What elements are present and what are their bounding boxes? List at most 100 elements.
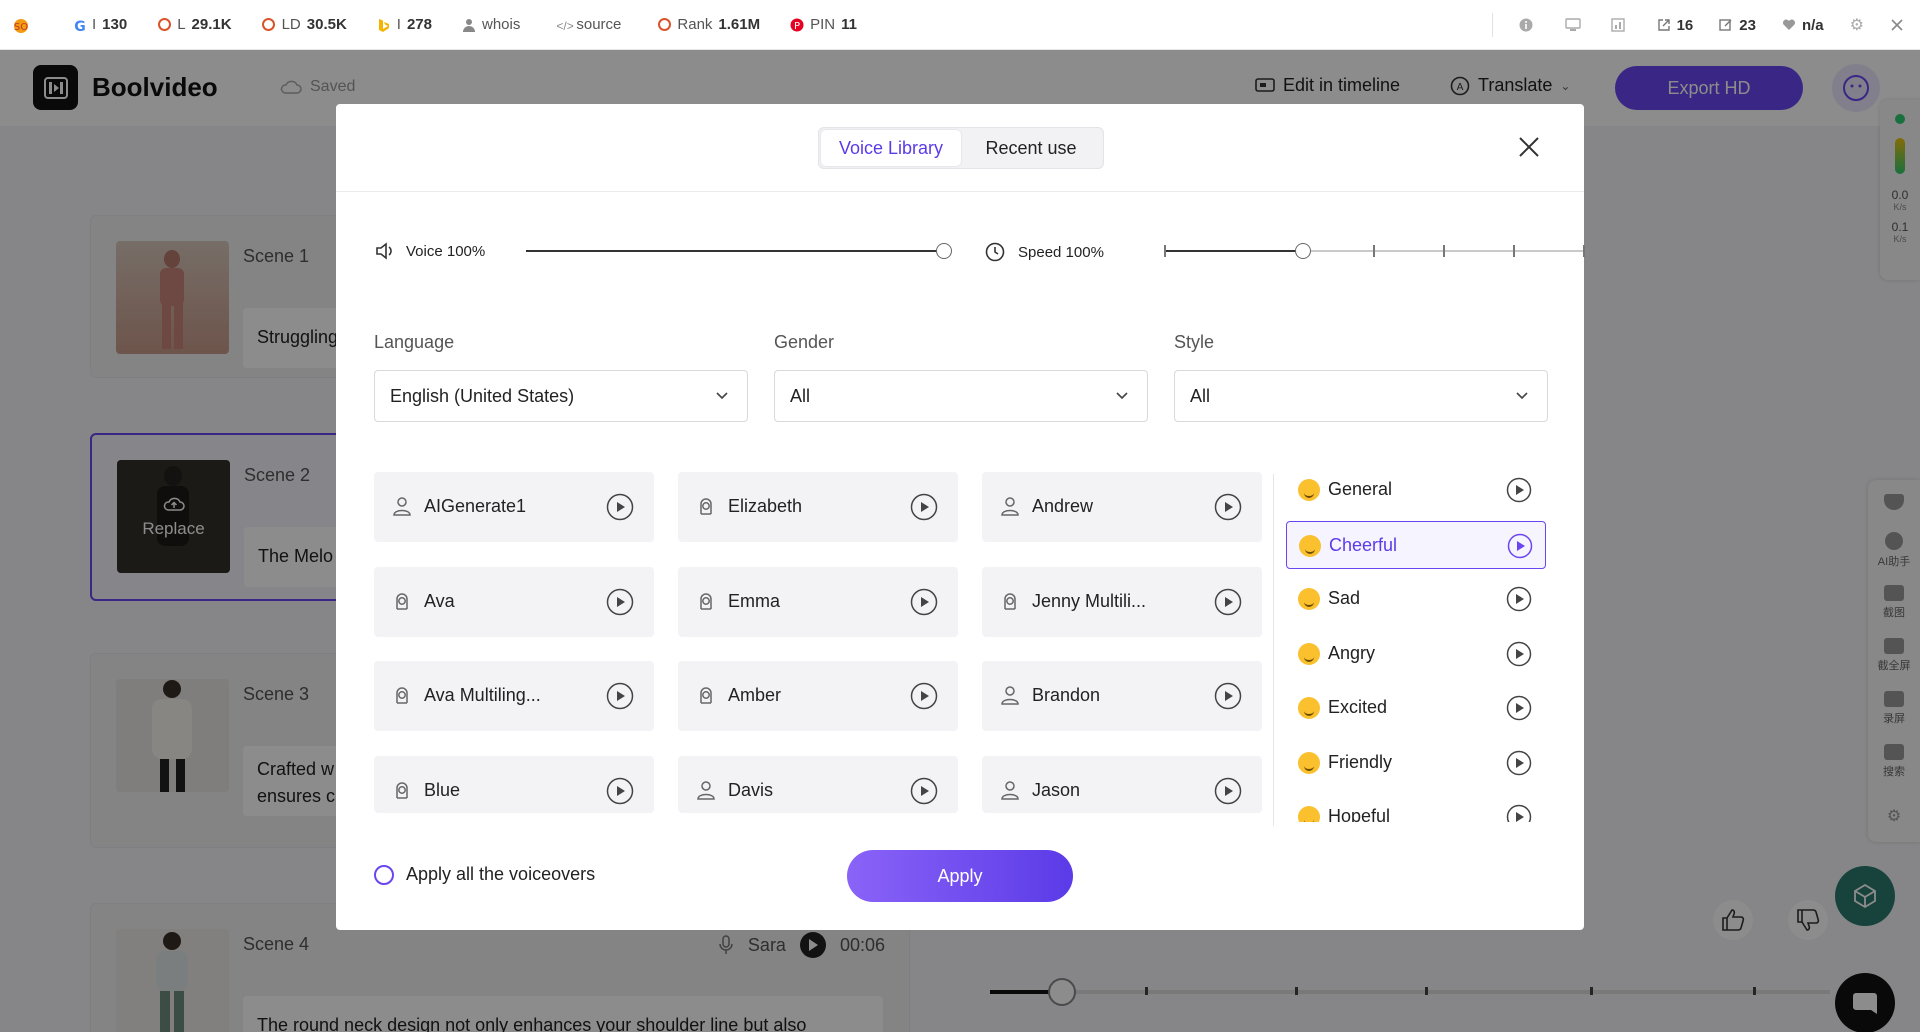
tab-voice-library[interactable]: Voice Library — [821, 130, 961, 166]
play-preview-icon[interactable] — [1506, 477, 1532, 508]
gender-select-value: All — [790, 385, 811, 406]
extension-item-label: I — [92, 16, 97, 33]
gear-icon[interactable]: ⚙ — [1850, 15, 1864, 35]
play-preview-icon[interactable] — [1506, 750, 1532, 781]
ring-icon — [657, 17, 671, 32]
style-name: Hopeful — [1328, 806, 1391, 822]
ring-icon — [157, 17, 171, 32]
extension-logo-icon[interactable]: SO — [10, 14, 32, 36]
play-preview-icon[interactable] — [1214, 777, 1242, 810]
play-preview-icon[interactable] — [1506, 695, 1532, 726]
style-item-cheerful[interactable]: Cheerful — [1286, 520, 1546, 569]
gender-select[interactable]: All — [774, 370, 1148, 422]
voice-name: Jason — [1032, 780, 1081, 800]
extension-stat[interactable]: 23 — [1719, 17, 1756, 34]
voice-name: Elizabeth — [728, 496, 803, 516]
emoji-face-icon — [1298, 751, 1320, 774]
tab-recent-use[interactable]: Recent use — [961, 130, 1101, 166]
play-preview-icon[interactable] — [606, 777, 634, 810]
play-preview-icon[interactable] — [1214, 588, 1242, 621]
style-item-hopeful[interactable]: Hopeful — [1286, 793, 1546, 822]
apply-all-label: Apply all the voiceovers — [406, 864, 596, 884]
voice-style-list: General Cheerful Sad Angry Excited Friendly Ho… — [1286, 466, 1546, 822]
speed-tick — [1583, 245, 1585, 257]
close-icon[interactable] — [1516, 134, 1542, 160]
extension-item-label: PIN — [810, 16, 836, 33]
language-label: Language — [374, 332, 455, 352]
speed-slider-fill — [1164, 250, 1303, 252]
bing-icon — [377, 18, 391, 32]
play-preview-icon[interactable] — [606, 682, 634, 715]
play-preview-icon[interactable] — [910, 493, 938, 526]
language-select[interactable]: English (United States) — [374, 370, 748, 422]
play-preview-icon[interactable] — [606, 588, 634, 621]
voice-card[interactable]: AIGenerate1 — [374, 472, 654, 542]
play-preview-icon[interactable] — [910, 682, 938, 715]
voice-card[interactable]: Andrew — [982, 472, 1262, 542]
extension-item-3[interactable]: I 278 — [377, 16, 432, 33]
extension-item-value: 278 — [406, 16, 432, 33]
voice-volume-label-group: Voice 100% — [374, 241, 485, 261]
style-select[interactable]: All — [1174, 370, 1548, 422]
speed-handle[interactable] — [1294, 243, 1311, 259]
extension-stat[interactable] — [1519, 18, 1539, 32]
extension-item-4[interactable]: whois — [462, 16, 526, 33]
play-preview-icon[interactable] — [1214, 493, 1242, 526]
apply-button[interactable]: Apply — [847, 850, 1073, 902]
voice-card[interactable]: Davis — [678, 756, 958, 813]
voice-card[interactable]: Brandon — [982, 661, 1262, 731]
voice-name: Jenny Multili... — [1032, 591, 1147, 611]
voice-volume-handle[interactable] — [936, 243, 952, 259]
voice-card[interactable]: Blue — [374, 756, 654, 813]
play-preview-icon[interactable] — [1506, 586, 1532, 617]
speed-label: Speed 100% — [1018, 243, 1104, 261]
voice-card[interactable]: Ava Multiling... — [374, 661, 654, 731]
extension-stat-value: 16 — [1676, 16, 1694, 34]
extension-stat[interactable] — [1610, 18, 1631, 32]
emoji-face-icon — [1298, 806, 1320, 822]
style-item-angry[interactable]: Angry — [1286, 630, 1546, 678]
apply-all-voiceovers-toggle[interactable]: Apply all the voiceovers — [374, 864, 595, 885]
extension-item-5[interactable]: </> source — [556, 16, 627, 33]
audio-sliders: Voice 100% Speed 100% — [374, 236, 1585, 266]
play-preview-icon[interactable] — [1506, 641, 1532, 672]
extension-right-group: 16 23 n/a ⚙ — [1482, 0, 1920, 50]
voice-card[interactable]: Elizabeth — [678, 472, 958, 542]
extension-item-2[interactable]: LD 30.5K — [262, 16, 347, 33]
style-label: Style — [1174, 332, 1215, 352]
extension-stat[interactable]: n/a — [1782, 17, 1824, 34]
voice-volume-slider[interactable] — [526, 250, 944, 252]
extension-stat[interactable] — [1564, 18, 1585, 32]
style-item-general[interactable]: General — [1286, 466, 1546, 514]
style-name: Sad — [1328, 588, 1361, 608]
play-preview-icon[interactable] — [1507, 533, 1533, 564]
play-preview-icon[interactable] — [910, 777, 938, 810]
svg-text:SO: SO — [14, 22, 28, 33]
style-item-friendly[interactable]: Friendly — [1286, 739, 1546, 787]
extension-item-0[interactable]: G I 130 — [72, 16, 127, 35]
extension-item-6[interactable]: Rank 1.61M — [657, 16, 760, 33]
toolbar-divider — [1491, 13, 1493, 37]
voice-card[interactable]: Jason — [982, 756, 1262, 813]
play-preview-icon[interactable] — [1506, 804, 1532, 822]
play-preview-icon[interactable] — [606, 493, 634, 526]
extension-item-7[interactable]: P PIN 11 — [790, 16, 857, 33]
apply-all-radio[interactable] — [374, 864, 394, 885]
style-item-excited[interactable]: Excited — [1286, 684, 1546, 732]
voice-name: Amber — [728, 685, 782, 705]
extension-stat[interactable]: 16 — [1657, 16, 1694, 34]
close-icon[interactable] — [1890, 18, 1904, 32]
voice-name: Emma — [728, 591, 781, 611]
voice-card[interactable]: Amber — [678, 661, 958, 731]
speed-tick — [1373, 245, 1375, 257]
play-preview-icon[interactable] — [1214, 682, 1242, 715]
extension-item-1[interactable]: L 29.1K — [157, 16, 232, 33]
voice-card[interactable]: Jenny Multili... — [982, 567, 1262, 637]
voice-card[interactable]: Emma — [678, 567, 958, 637]
voice-volume-label: Voice 100% — [406, 242, 486, 260]
style-item-sad[interactable]: Sad — [1286, 575, 1546, 623]
speed-label-group: Speed 100% — [984, 241, 1104, 263]
voice-name: Ava — [424, 591, 455, 611]
play-preview-icon[interactable] — [910, 588, 938, 621]
voice-card[interactable]: Ava — [374, 567, 654, 637]
